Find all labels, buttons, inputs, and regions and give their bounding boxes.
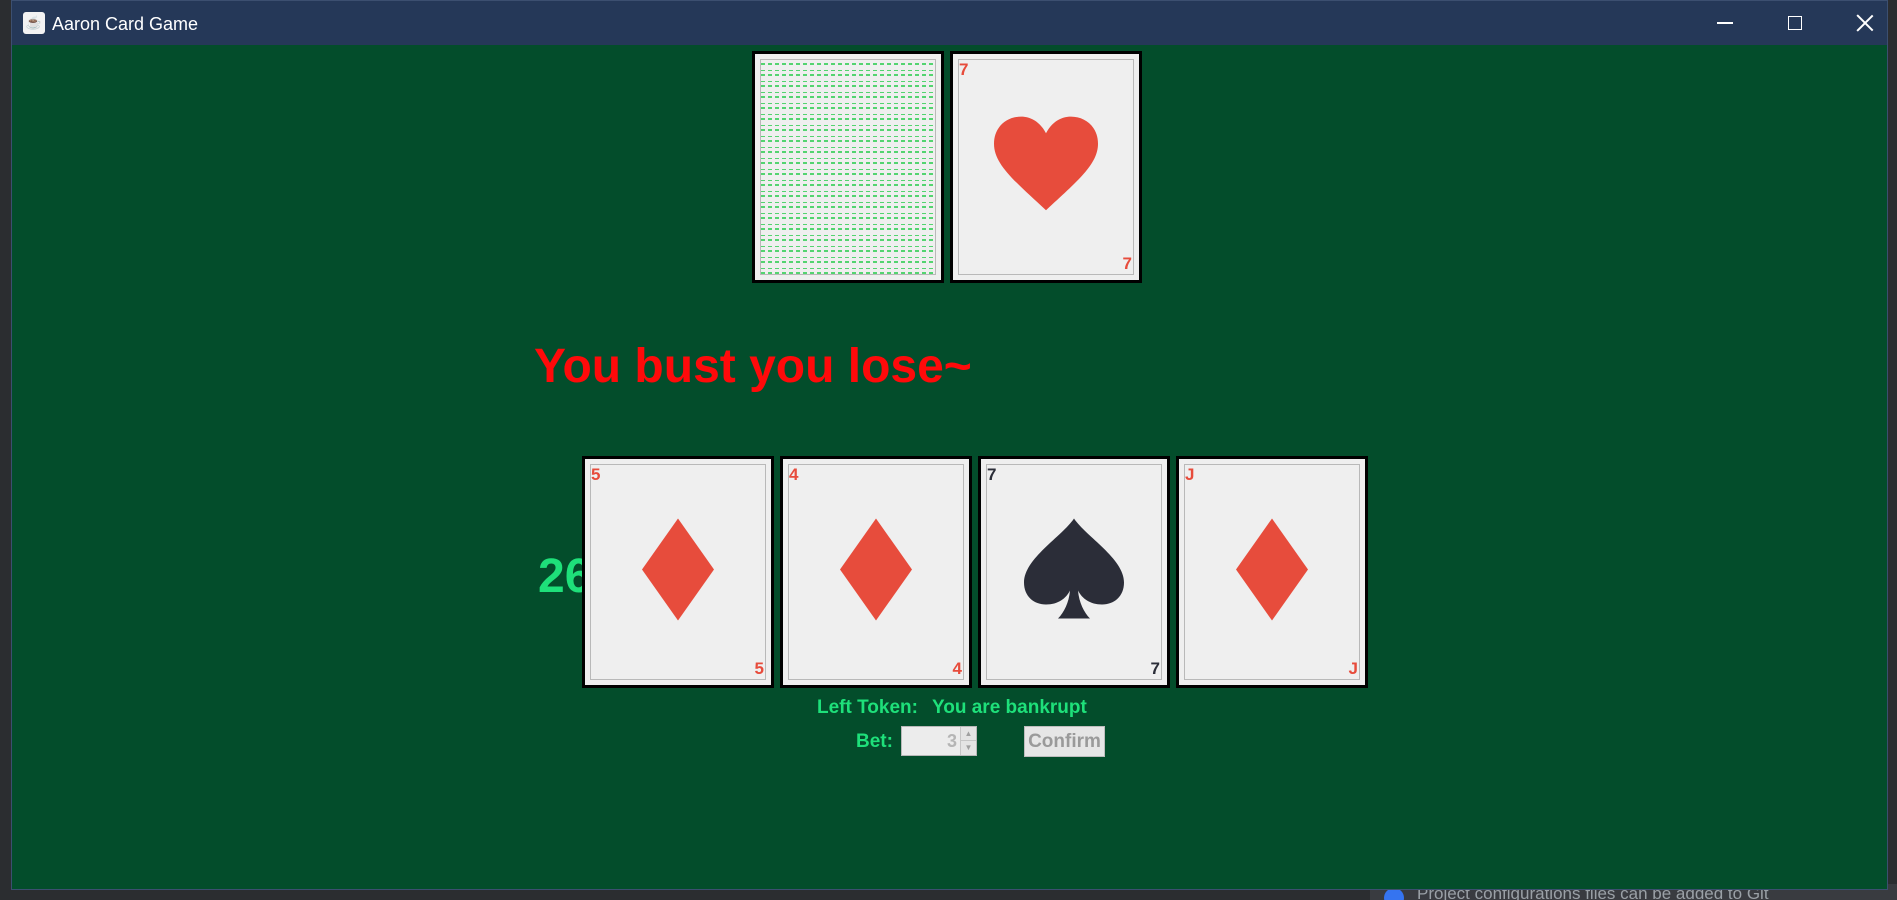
bet-spinner[interactable]: ▲ ▼ (901, 726, 977, 756)
maximize-button[interactable] (1760, 1, 1830, 45)
token-value: You are bankrupt (931, 697, 1087, 718)
card-rank-bottom: 7 (1122, 254, 1132, 273)
token-status: Left Token: You are bankrupt (817, 697, 1087, 719)
screen: Project configurations files can be adde… (0, 0, 1897, 900)
result-message: You bust you lose~ (534, 340, 972, 393)
token-label: Left Token: (817, 697, 918, 718)
card-rank-top: 7 (959, 60, 969, 79)
dealer-card: 7 7 (950, 51, 1142, 283)
maximize-icon (1788, 16, 1802, 30)
minimize-button[interactable] (1690, 1, 1760, 45)
spinner-up-icon[interactable]: ▲ (960, 727, 976, 741)
diamond-icon (840, 518, 912, 626)
window-title: Aaron Card Game (52, 14, 199, 34)
confirm-button[interactable]: Confirm (1024, 726, 1105, 757)
card-back-pattern (761, 60, 935, 274)
window-titlebar[interactable]: ☕ Aaron Card Game (12, 1, 1887, 45)
diamond-icon (642, 518, 714, 626)
minimize-icon (1717, 22, 1733, 24)
card-rank-bottom: 5 (754, 659, 764, 678)
spade-icon (1024, 518, 1124, 626)
card-rank-top: 4 (789, 465, 799, 484)
card-rank-top: J (1185, 465, 1195, 484)
ide-background-right (1888, 0, 1897, 900)
player-card: 7 7 (978, 456, 1170, 688)
card-rank-top: 5 (591, 465, 601, 484)
close-button[interactable] (1830, 1, 1887, 45)
java-app-icon: ☕ (23, 12, 45, 34)
spinner-down-icon[interactable]: ▼ (960, 741, 976, 755)
card-rank-bottom: 7 (1150, 659, 1160, 678)
heart-icon (994, 116, 1098, 218)
card-rank-bottom: J (1348, 659, 1358, 678)
player-card: J J (1176, 456, 1368, 688)
game-window: ☕ Aaron Card Game 7 7 You bust you lose~ (11, 0, 1888, 890)
player-card: 4 4 (780, 456, 972, 688)
close-icon (1856, 14, 1874, 32)
bet-input[interactable] (902, 727, 960, 755)
card-rank-top: 7 (987, 465, 997, 484)
diamond-icon (1236, 518, 1308, 626)
dealer-card-hidden (752, 51, 944, 283)
player-card: 5 5 (582, 456, 774, 688)
card-rank-bottom: 4 (952, 659, 962, 678)
bet-label: Bet: (856, 731, 893, 752)
